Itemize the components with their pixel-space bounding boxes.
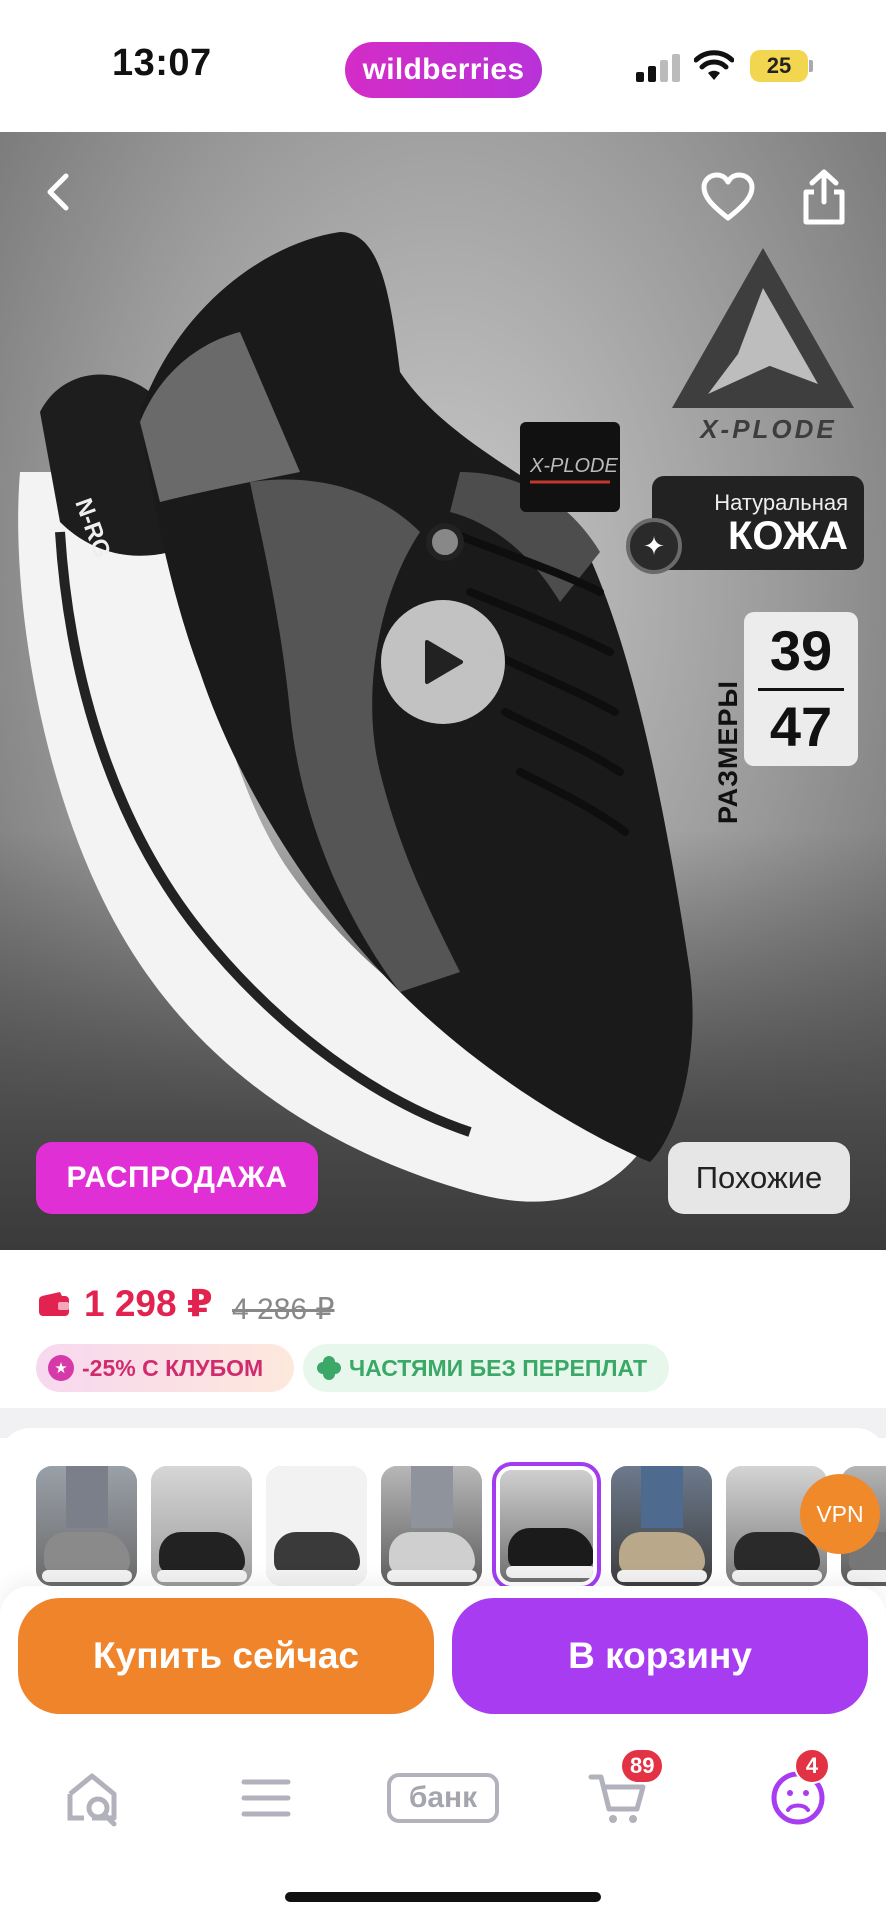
back-arrow-icon[interactable] — [36, 170, 80, 214]
installments-text: ЧАСТЯМИ БЕЗ ПЕРЕПЛАТ — [349, 1354, 648, 1381]
brand-logo-text: X-PLODE — [700, 414, 837, 444]
purchase-action-bar: Купить сейчас В корзину — [0, 1586, 886, 1726]
svg-text:X-PLODE: X-PLODE — [529, 455, 618, 477]
tab-home[interactable] — [56, 1762, 128, 1834]
share-icon[interactable] — [800, 168, 848, 226]
play-icon — [425, 640, 463, 684]
battery-indicator: 25 — [750, 50, 808, 82]
tab-cart[interactable]: 89 — [582, 1748, 665, 1834]
vpn-floating-button[interactable]: VPN — [800, 1474, 880, 1554]
thumbnail-2[interactable] — [151, 1466, 252, 1586]
sale-badge: РАСПРОДАЖА — [36, 1142, 318, 1214]
status-time: 13:07 — [112, 42, 212, 84]
bottom-tab-bar: банк 89 4 — [0, 1726, 886, 1920]
heart-icon[interactable] — [700, 172, 756, 222]
thumbnail-1[interactable] — [36, 1466, 137, 1586]
clover-icon — [317, 1356, 341, 1380]
similar-button[interactable]: Похожие — [668, 1142, 850, 1214]
size-to: 47 — [769, 695, 833, 758]
wifi-icon — [694, 50, 734, 80]
profile-notification-badge: 4 — [794, 1748, 830, 1784]
battery-cap — [809, 60, 813, 72]
play-video-button[interactable] — [381, 600, 505, 724]
thumbnail-5-selected[interactable] — [492, 1462, 601, 1588]
tab-profile[interactable]: 4 — [762, 1748, 834, 1834]
thumbnail-3[interactable] — [266, 1466, 367, 1586]
leather-badge-big: КОЖА — [727, 514, 848, 558]
home-indicator[interactable] — [285, 1892, 601, 1902]
wallet-icon — [39, 1292, 69, 1316]
buy-now-button[interactable]: Купить сейчас — [18, 1598, 434, 1714]
status-bar: 13:07 wildberries 25 — [0, 0, 886, 132]
brand-pill: wildberries — [345, 42, 542, 98]
leather-hide-icon: ✦ — [626, 518, 682, 574]
cellular-signal-icon — [636, 54, 680, 82]
add-to-cart-button[interactable]: В корзину — [452, 1598, 868, 1714]
product-image-gallery[interactable]: N-RG X-PLODE X-PLODE Натуральная КОЖА ✦ … — [0, 132, 886, 1250]
thumbnail-4[interactable] — [381, 1466, 482, 1586]
club-star-icon: ★ — [48, 1355, 74, 1381]
leather-badge-small: Натуральная — [714, 490, 848, 515]
club-discount-text: -25% С КЛУБОМ — [82, 1354, 264, 1381]
installments-badge[interactable]: ЧАСТЯМИ БЕЗ ПЕРЕПЛАТ — [303, 1344, 669, 1392]
cart-count-badge: 89 — [620, 1748, 665, 1784]
home-search-icon — [67, 1773, 117, 1827]
price-current: 1 298 ₽ — [84, 1283, 213, 1324]
size-divider — [758, 688, 844, 691]
sizes-box: 39 47 — [744, 612, 858, 766]
thumbnail-6[interactable] — [611, 1466, 712, 1586]
club-discount-badge[interactable]: ★ -25% С КЛУБОМ — [36, 1344, 294, 1392]
tab-bank[interactable]: банк — [386, 1762, 500, 1834]
thumbnail-strip[interactable] — [0, 1428, 886, 1588]
brand-logo-mark — [672, 248, 854, 408]
price-old: 4 286 ₽ — [232, 1293, 335, 1326]
leather-badge: Натуральная КОЖА — [652, 476, 864, 570]
size-from: 39 — [769, 619, 833, 682]
tab-catalog[interactable] — [230, 1762, 302, 1834]
menu-icon — [241, 1779, 291, 1817]
sneaker-image: N-RG X-PLODE — [18, 232, 693, 1202]
price-section: 1 298 ₽ 4 286 ₽ ★ -25% С КЛУБОМ ЧАСТЯМИ … — [0, 1250, 886, 1420]
thumbnail-list — [36, 1462, 886, 1588]
bank-label: банк — [387, 1773, 499, 1823]
sizes-label: РАЗМЕРЫ — [712, 680, 743, 824]
